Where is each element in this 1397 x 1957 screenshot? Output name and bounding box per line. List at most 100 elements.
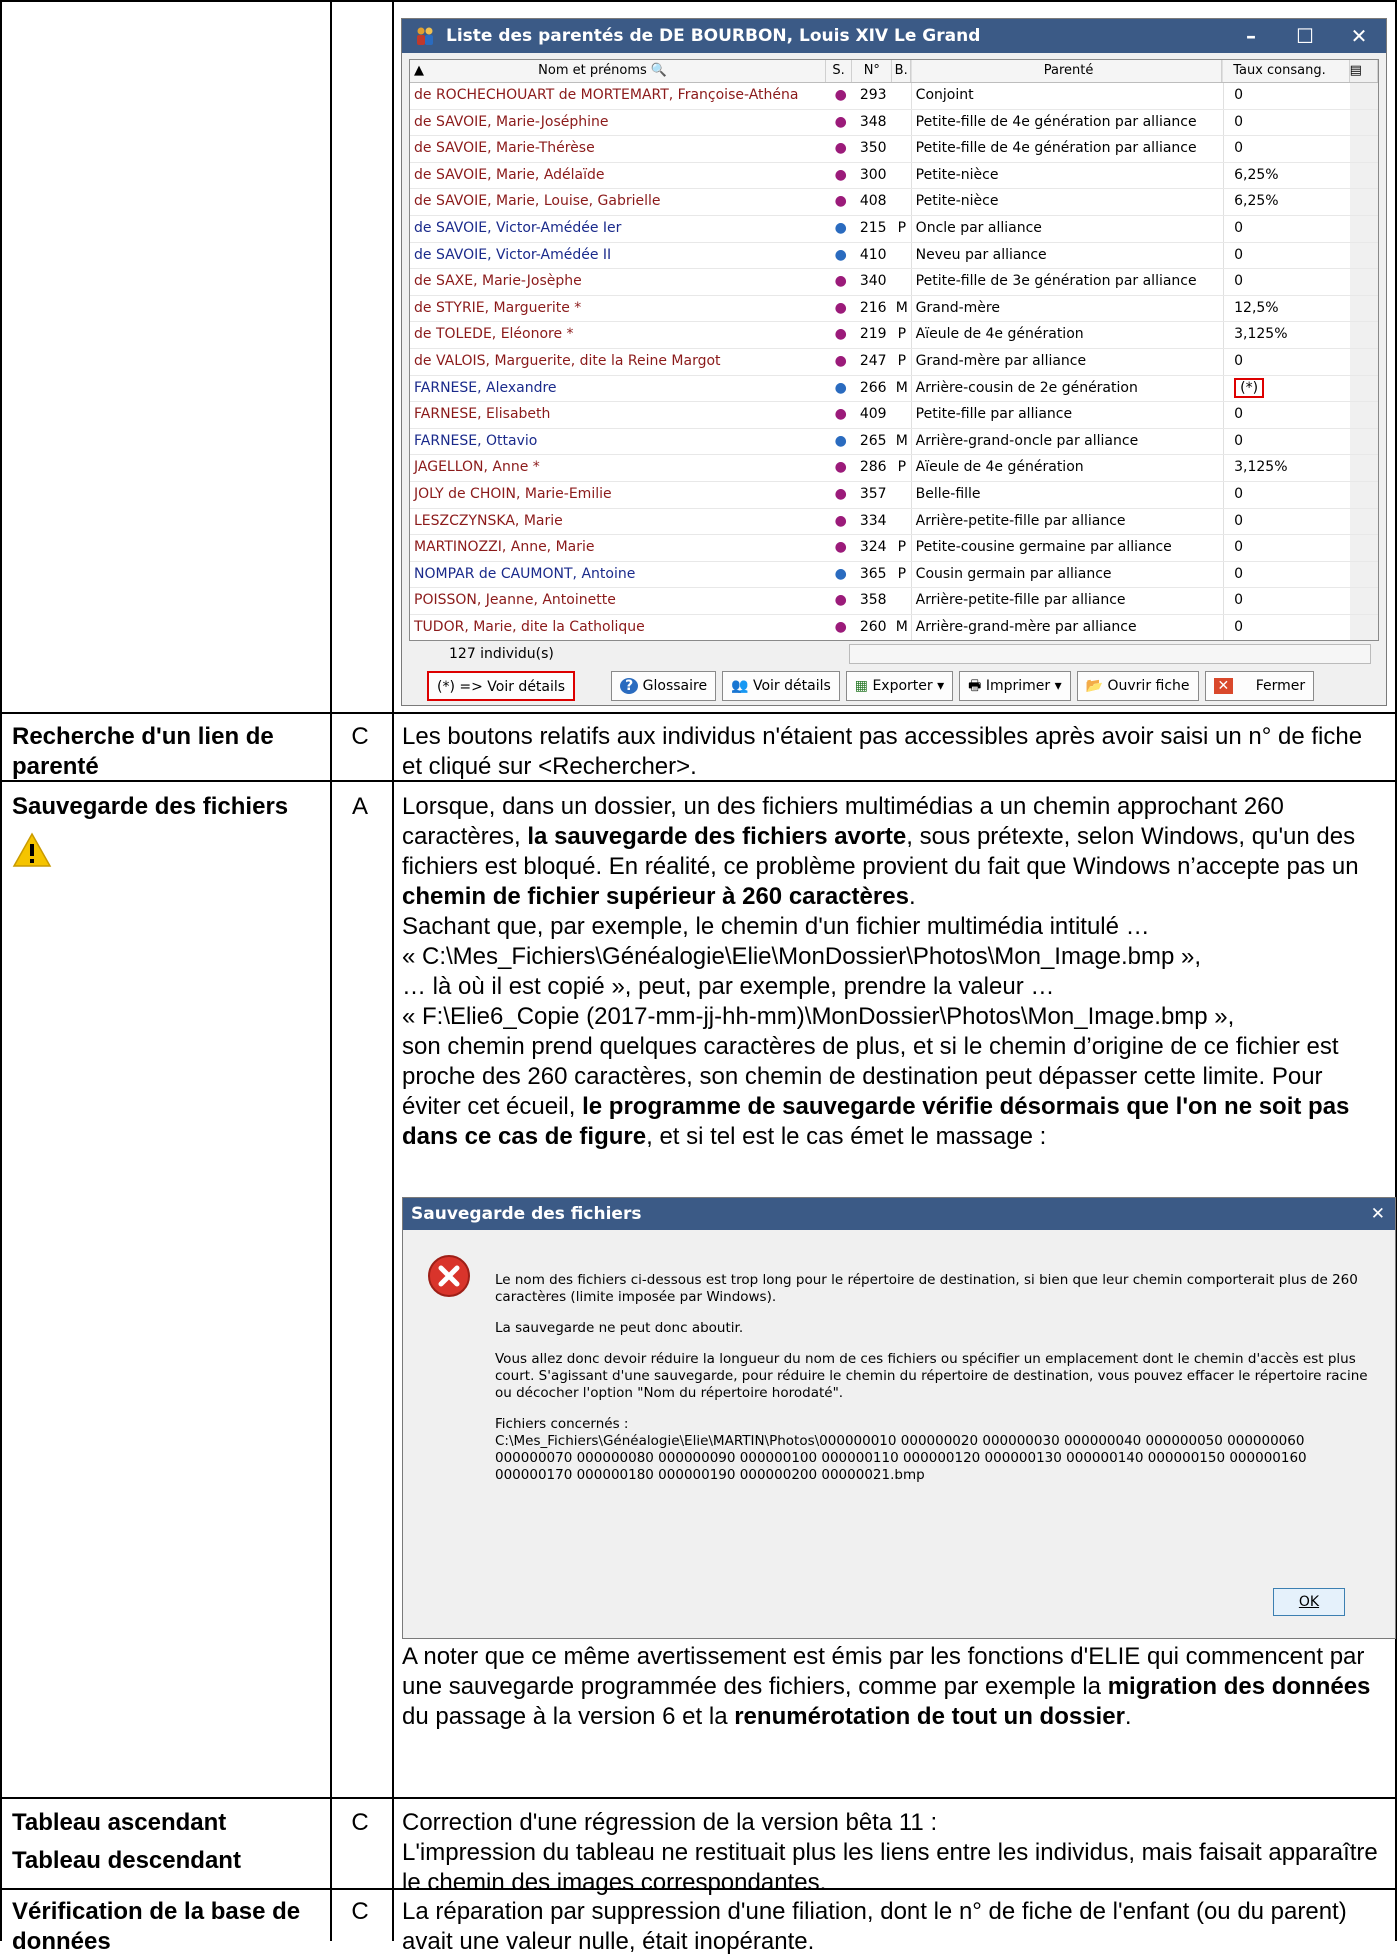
cell-taux: (*)	[1223, 375, 1350, 402]
warning-icon	[12, 832, 322, 876]
help-icon: ?	[620, 678, 639, 694]
cell-name: de SAVOIE, Victor-Amédée II	[414, 246, 612, 263]
vertical-scrollbar[interactable]	[1350, 189, 1378, 215]
table-row[interactable]: de SAVOIE, Victor-Amédée II ● 410 Neveu par…	[410, 242, 1378, 270]
cell-name: FARNESE, Ottavio	[414, 432, 538, 449]
cell-num: 260	[859, 618, 887, 635]
cell-b: M	[895, 432, 908, 449]
horizontal-scrollbar[interactable]	[849, 644, 1371, 664]
vertical-scrollbar[interactable]	[1350, 481, 1378, 508]
col-taux[interactable]: Taux consang.	[1222, 60, 1350, 82]
minimize-button[interactable]: –	[1224, 24, 1278, 48]
ouvrir-fiche-label: Ouvrir fiche	[1107, 678, 1190, 694]
vertical-scrollbar[interactable]	[1350, 109, 1378, 136]
table-row[interactable]: de SAVOIE, Marie-Thérèse ● 350 Petite-fille…	[410, 136, 1378, 163]
col-num[interactable]: N°	[852, 60, 893, 82]
female-icon: ●	[834, 87, 847, 103]
vertical-scrollbar[interactable]	[1350, 162, 1378, 189]
search-icon[interactable]: 🔍	[651, 63, 667, 78]
vertical-scrollbar[interactable]	[1350, 136, 1378, 162]
cell-name: de SAVOIE, Marie, Adélaïde	[414, 166, 605, 183]
parentes-list[interactable]: ▲ Nom et prénoms 🔍 S. N° B. Parenté Taux…	[409, 59, 1379, 641]
female-icon: ●	[834, 485, 847, 502]
dialog-message: Le nom des fichiers ci-dessous est trop …	[495, 1272, 1385, 1498]
cell-b	[893, 269, 911, 295]
vertical-scrollbar[interactable]	[1350, 535, 1378, 561]
vertical-scrollbar[interactable]	[1350, 215, 1378, 242]
table-row[interactable]: NOMPAR de CAUMONT, Antoine ● 365 P Cousin ge…	[410, 561, 1378, 589]
vertical-scrollbar[interactable]	[1350, 561, 1378, 588]
code-sauvegarde: A	[351, 793, 368, 820]
desc-sauvegarde: Lorsque, dans un dossier, un des fichier…	[402, 792, 1387, 1152]
vertical-scrollbar[interactable]	[1350, 428, 1378, 455]
table-row[interactable]: de SAVOIE, Marie-Joséphine ● 348 Petite-fil…	[410, 109, 1378, 137]
chevron-down-icon: ▾	[937, 678, 945, 694]
ouvrir-fiche-button[interactable]: 📂 Ouvrir fiche	[1076, 671, 1199, 701]
cell-num: 408	[859, 193, 887, 210]
vertical-scrollbar[interactable]	[1350, 322, 1378, 348]
cell-b	[893, 83, 911, 109]
window-titlebar: Liste des parentés de DE BOURBON, Louis …	[402, 19, 1386, 53]
vertical-scrollbar[interactable]	[1350, 614, 1378, 640]
vertical-scrollbar[interactable]	[1350, 269, 1378, 295]
table-row[interactable]: de STYRIE, Marguerite * ● 216 M Grand-mère 12…	[410, 295, 1378, 323]
close-button[interactable]: ✕	[1332, 24, 1386, 48]
imprimer-button[interactable]: 🖶 Imprimer ▾	[959, 671, 1071, 701]
vertical-scrollbar[interactable]	[1350, 348, 1378, 375]
vertical-scrollbar[interactable]	[1350, 295, 1378, 322]
table-row[interactable]: de SAXE, Marie-Josèphe ● 340 Petite-fille d…	[410, 269, 1378, 296]
table-row[interactable]: de SAVOIE, Marie, Louise, Gabrielle ● 408 P…	[410, 189, 1378, 216]
table-row[interactable]: de VALOIS, Marguerite, dite la Reine Mar…	[410, 348, 1378, 376]
table-row[interactable]: de ROCHECHOUART de MORTEMART, Françoise-…	[410, 83, 1378, 110]
cell-parente: Arrière-petite-fille par alliance	[910, 508, 1223, 535]
glossaire-button[interactable]: ? Glossaire	[611, 671, 717, 701]
voir-details-button[interactable]: 👥 Voir détails	[722, 671, 840, 701]
cell-name: FARNESE, Elisabeth	[414, 406, 551, 423]
vertical-scrollbar[interactable]	[1350, 402, 1378, 428]
female-icon: ●	[834, 273, 847, 290]
exporter-button[interactable]: ▦ Exporter ▾	[845, 671, 954, 701]
cell-taux-value: 3,125%	[1234, 459, 1288, 476]
vertical-scrollbar[interactable]	[1350, 375, 1378, 402]
cell-num: 300	[859, 166, 887, 183]
error-icon	[428, 1255, 470, 1297]
cell-taux-value: 0	[1234, 219, 1244, 236]
table-row[interactable]: FARNESE, Alexandre ● 266 M Arrière-cousin de…	[410, 375, 1378, 403]
cell-num: 215	[859, 219, 887, 236]
column-chooser-icon[interactable]: ▤	[1349, 60, 1378, 82]
table-row[interactable]: TUDOR, Marie, dite la Catholique ● 260 M Arr…	[410, 614, 1378, 640]
table-row[interactable]: de SAVOIE, Marie, Adélaïde ● 300 Petite-niè…	[410, 162, 1378, 190]
fermer-button[interactable]: ✕ Fermer	[1204, 671, 1315, 701]
female-icon: ●	[834, 592, 847, 609]
vertical-scrollbar[interactable]	[1350, 83, 1378, 109]
ok-button[interactable]: OK	[1273, 1588, 1345, 1616]
vertical-scrollbar[interactable]	[1350, 508, 1378, 535]
cell-num: 266	[859, 379, 887, 396]
table-row[interactable]: LESZCZYNSKA, Marie ● 334 Arrière-petite-fil…	[410, 508, 1378, 536]
col-parente[interactable]: Parenté	[911, 60, 1223, 82]
table-row[interactable]: de SAVOIE, Victor-Amédée Ier ● 215 P Oncle p…	[410, 215, 1378, 243]
details-marker[interactable]: (*)	[1234, 377, 1265, 398]
table-row[interactable]: de TOLEDE, Eléonore * ● 219 P Aïeule de 4e g…	[410, 322, 1378, 349]
feature-tableau-ascendant: Tableau ascendant	[12, 1809, 227, 1836]
table-row[interactable]: MARTINOZZI, Anne, Marie ● 324 P Petite-cousi…	[410, 535, 1378, 562]
vertical-scrollbar[interactable]	[1350, 588, 1378, 614]
table-row[interactable]: JOLY de CHOIN, Marie-Emilie ● 357 Belle-fil…	[410, 481, 1378, 509]
cell-parente: Petite-fille de 4e génération par allian…	[910, 109, 1223, 136]
table-row[interactable]: JAGELLON, Anne * ● 286 P Aïeule de 4e généra…	[410, 455, 1378, 482]
vertical-scrollbar[interactable]	[1350, 455, 1378, 481]
cell-name: de ROCHECHOUART de MORTEMART, Françoise-…	[414, 87, 799, 103]
table-row[interactable]: FARNESE, Elisabeth ● 409 Petite-fille par a…	[410, 402, 1378, 429]
cell-taux: 0	[1223, 269, 1350, 295]
cell-taux: 0	[1223, 508, 1350, 535]
table-row[interactable]: POISSON, Jeanne, Antoinette ● 358 Arrière-p…	[410, 588, 1378, 615]
maximize-button[interactable]: ☐	[1278, 24, 1332, 48]
col-name[interactable]: ▲ Nom et prénoms 🔍	[410, 60, 826, 82]
cell-taux-value: 0	[1234, 87, 1244, 103]
close-icon[interactable]: ✕	[1371, 1198, 1385, 1230]
col-b[interactable]: B.	[892, 60, 911, 82]
vertical-scrollbar[interactable]	[1350, 242, 1378, 269]
table-row[interactable]: FARNESE, Ottavio ● 265 M Arrière-grand-oncle…	[410, 428, 1378, 456]
col-sex[interactable]: S.	[826, 60, 853, 82]
tableau-line1: Correction d'une régression de la versio…	[402, 1809, 938, 1836]
